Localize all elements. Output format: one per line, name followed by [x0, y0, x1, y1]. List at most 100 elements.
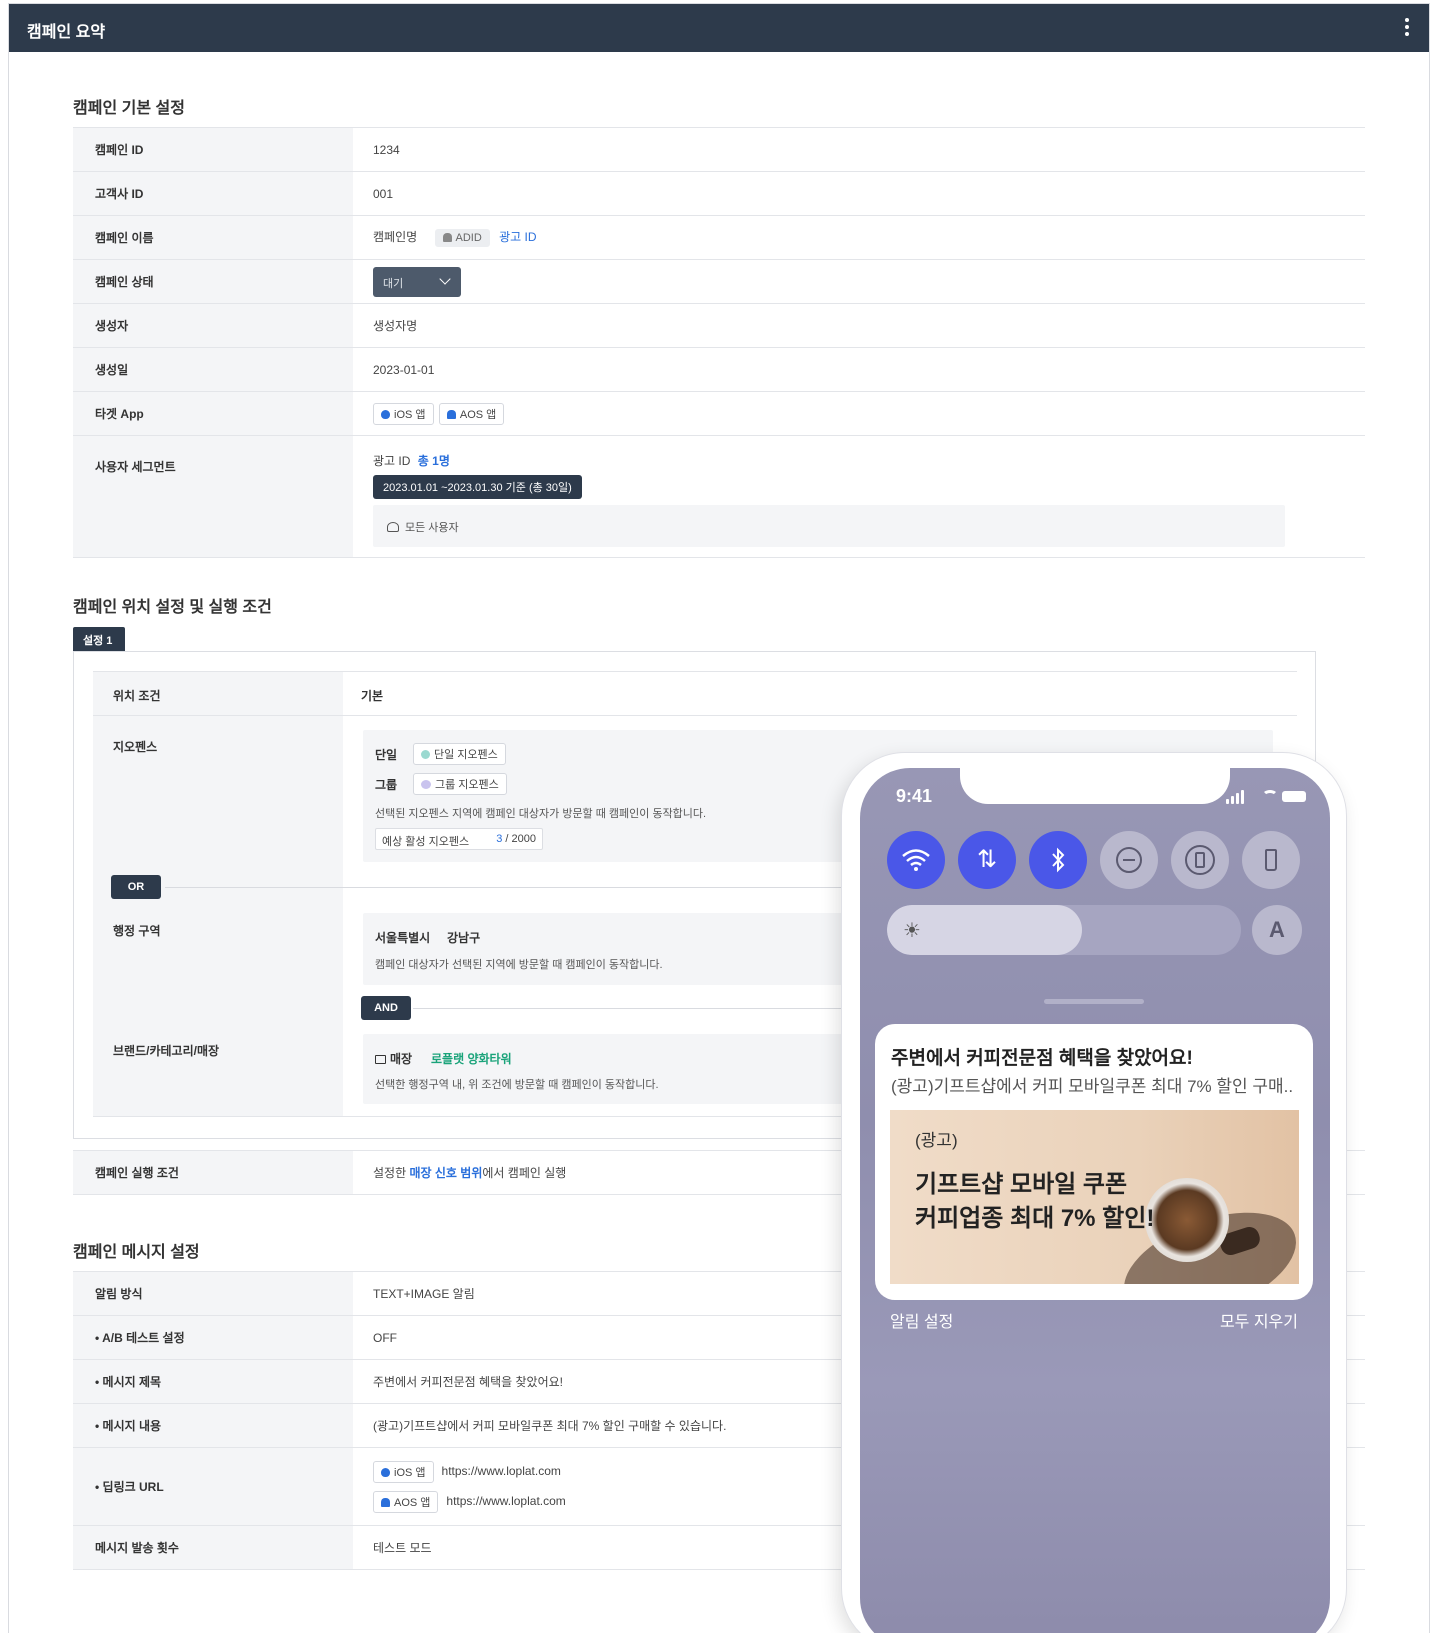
more-menu-icon[interactable] [1397, 14, 1417, 42]
brightness-slider[interactable]: ☀ [887, 905, 1241, 955]
coffee-cup-image [1145, 1178, 1229, 1262]
row-label: 고객사 ID [73, 171, 353, 216]
bluetooth-toggle[interactable] [1029, 831, 1087, 889]
status-time: 9:41 [896, 786, 933, 806]
campaign-name-value: 캠페인명 [373, 230, 418, 245]
segment-total: 총 1명 [417, 454, 450, 468]
row-label: 캠페인 상태 [73, 259, 353, 304]
row-label: 타겟 App [73, 391, 353, 436]
store-label: 매장 [390, 1052, 413, 1066]
creator-value: 생성자명 [353, 303, 1365, 348]
row-label: • 딥링크 URL [73, 1447, 353, 1526]
status-icons [1226, 790, 1306, 804]
row-label: 사용자 세그먼트 [73, 435, 353, 558]
expected-geofence-field: 예상 활성 지오펜스 3 / 2000 [375, 828, 543, 850]
notification-settings-button[interactable]: 알림 설정 [890, 1308, 953, 1332]
table-row: 생성자 생성자명 [73, 303, 1365, 348]
wifi-toggle[interactable] [887, 831, 945, 889]
expected-geofence-label: 예상 활성 지오펜스 [382, 836, 470, 848]
wifi-icon [902, 849, 930, 871]
row-label: 생성자 [73, 303, 353, 348]
client-id-value: 001 [353, 171, 1365, 216]
segment-summary: 광고 ID 총 1명 [373, 452, 1365, 469]
status-dropdown[interactable]: 대기 [373, 266, 461, 297]
android-icon [446, 409, 456, 419]
signal-icon [1241, 790, 1244, 804]
notification-title: 주변에서 커피전문점 혜택을 찾았어요! [891, 1048, 1193, 1069]
loc-cond-value: 기본 [361, 689, 384, 703]
auto-brightness-button[interactable]: A [1252, 905, 1302, 955]
battery-icon [1282, 791, 1306, 802]
ios-app-chip: iOS 앱 [373, 402, 434, 425]
ios-chip-label: iOS 앱 [394, 408, 426, 421]
table-row: 고객사 ID 001 [73, 171, 1365, 216]
store-value: 로플랫 양화타워 [431, 1052, 512, 1066]
table-row: 사용자 세그먼트 광고 ID 총 1명 2023.01.01 ~2023.01.… [73, 435, 1365, 558]
row-label: 알림 방식 [73, 1271, 353, 1316]
do-not-disturb-toggle[interactable] [1100, 831, 1158, 889]
ios-deeplink-url[interactable]: https://www.loplat.com [442, 1464, 561, 1478]
android-icon [381, 1497, 390, 1507]
section-title-location: 캠페인 위치 설정 및 실행 조건 [73, 599, 272, 616]
segment-cell: 광고 ID 총 1명 2023.01.01 ~2023.01.30 기준 (총 … [353, 435, 1365, 558]
geofence-dot-icon [421, 750, 430, 759]
page-title: 캠페인 요약 [27, 24, 106, 41]
aos-app-chip: AOS 앱 [438, 402, 505, 425]
expected-geofence-value: 3 / 2000 [496, 833, 536, 845]
group-geofence-chip-label: 그룹 지오펜스 [435, 779, 499, 791]
exec-pre: 설정한 [373, 1166, 410, 1180]
geofence-label: 지오펜스 [113, 740, 158, 754]
campaign-id-value: 1234 [353, 127, 1365, 172]
ad-id-link[interactable]: 광고 ID [499, 230, 536, 244]
adid-chip-label: ADID [455, 231, 482, 244]
admin-area-label: 행정 구역 [113, 924, 161, 938]
android-icon [442, 232, 452, 242]
brand-label: 브랜드/카테고리/매장 [113, 1044, 220, 1058]
image-headline-line2: 커피업종 최대 7% 할인! [915, 1205, 1155, 1232]
segment-ad-id: 광고 ID [373, 454, 411, 468]
row-label: • 메시지 제목 [73, 1359, 353, 1404]
image-ad-label: (광고) [915, 1131, 958, 1150]
geofence-group-icon [421, 780, 431, 789]
drag-handle[interactable] [1044, 999, 1144, 1004]
tab-setting-1[interactable]: 설정 1 [73, 627, 125, 651]
cellular-data-toggle[interactable]: ⇅ [958, 831, 1016, 889]
wifi-status-icon [1262, 790, 1278, 802]
header-bar: 캠페인 요약 [9, 4, 1429, 52]
flashlight-icon [1265, 849, 1277, 871]
row-label: 캠페인 이름 [73, 215, 353, 260]
single-geofence-chip-label: 단일 지오펜스 [434, 749, 498, 761]
push-notification-card[interactable]: 주변에서 커피전문점 혜택을 찾았어요! (광고)기프트샵에서 커피 모바일쿠폰… [875, 1024, 1313, 1300]
aos-chip-label: AOS 앱 [394, 1496, 431, 1509]
flashlight-toggle[interactable] [1242, 831, 1300, 889]
created-value: 2023-01-01 [353, 347, 1365, 392]
status-dropdown-value: 대기 [383, 277, 404, 290]
section-title-basic: 캠페인 기본 설정 [73, 100, 185, 117]
row-label: • 메시지 내용 [73, 1403, 353, 1448]
or-badge: OR [111, 875, 161, 899]
clear-all-button[interactable]: 모두 지우기 [1220, 1308, 1298, 1332]
sun-icon: ☀ [903, 920, 921, 942]
image-headline: 기프트샵 모바일 쿠폰 커피업종 최대 7% 할인! [915, 1168, 1154, 1236]
geofence-note: 선택된 지오펜스 지역에 캠페인 대상자가 방문할 때 캠페인이 동작합니다. [375, 808, 707, 820]
table-row: 타겟 App iOS 앱 AOS 앱 [73, 391, 1365, 436]
phone-screen: 9:41 ⇅ ☀ A 주변에서 커피전문점 혜택을 찾았어요! (광고)기프트샵… [860, 768, 1330, 1633]
ios-chip-label: iOS 앱 [394, 1466, 426, 1479]
row-label: 캠페인 ID [73, 127, 353, 172]
segment-period-badge: 2023.01.01 ~2023.01.30 기준 (총 30일) [373, 475, 582, 499]
aos-deeplink-url[interactable]: https://www.loplat.com [446, 1494, 565, 1508]
status-cell: 대기 [353, 259, 1365, 304]
campaign-name-cell: 캠페인명 ADID 광고 ID [353, 215, 1365, 260]
apple-icon [381, 1467, 390, 1477]
notification-body: (광고)기프트샵에서 커피 모바일쿠폰 최대 7% 할인 구매.. [891, 1077, 1294, 1096]
phone-notch [960, 768, 1230, 804]
rotation-lock-icon [1185, 845, 1215, 875]
apple-icon [381, 409, 390, 419]
row-label: 캠페인 실행 조건 [73, 1150, 353, 1195]
ios-app-chip: iOS 앱 [373, 1460, 434, 1483]
rotation-lock-toggle[interactable] [1171, 831, 1229, 889]
store-signal-range-link[interactable]: 매장 신호 범위 [409, 1166, 482, 1180]
row-label: 생성일 [73, 347, 353, 392]
aos-chip-label: AOS 앱 [459, 408, 497, 421]
aos-app-chip: AOS 앱 [373, 1490, 439, 1513]
